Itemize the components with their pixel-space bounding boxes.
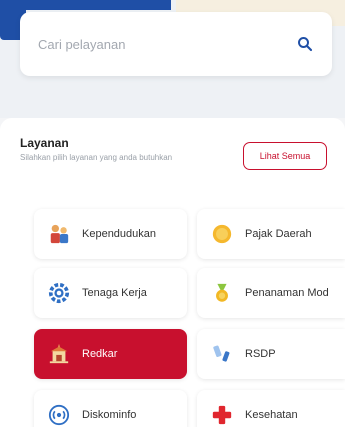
service-label: Pajak Daerah	[245, 228, 312, 240]
syringe-icon	[213, 345, 230, 362]
service-tile-kesehatan[interactable]: Kesehatan	[197, 390, 345, 427]
fire-station-icon	[49, 343, 69, 364]
see-all-button[interactable]: Lihat Semua	[243, 142, 327, 170]
broadcast-icon	[48, 404, 70, 426]
service-tile-diskominfo[interactable]: Diskominfo	[34, 390, 187, 427]
search-icon[interactable]	[296, 35, 314, 53]
service-tile-tenaga-kerja[interactable]: Tenaga Kerja	[34, 268, 187, 318]
medal-icon	[216, 283, 228, 302]
gear-icon	[48, 282, 70, 304]
service-tile-redkar[interactable]: Redkar	[34, 329, 187, 379]
medical-cross-icon	[212, 405, 232, 425]
service-label: RSDP	[245, 348, 276, 360]
coin-icon	[212, 224, 232, 244]
search-input[interactable]	[38, 36, 296, 52]
family-icon	[50, 224, 69, 244]
header-banner-strip	[26, 0, 171, 10]
service-label: Kesehatan	[245, 409, 298, 421]
service-label: Penanaman Mod	[245, 287, 329, 299]
service-tile-rsdp[interactable]: RSDP	[197, 329, 345, 379]
service-tile-penanaman-modal[interactable]: Penanaman Mod	[197, 268, 345, 318]
section-title: Layanan	[20, 136, 69, 150]
service-label: Tenaga Kerja	[82, 287, 147, 299]
service-tile-pajak-daerah[interactable]: Pajak Daerah	[197, 209, 345, 259]
service-label: Diskominfo	[82, 409, 137, 421]
header-area	[0, 0, 345, 118]
service-label: Kependudukan	[82, 228, 157, 240]
section-subtitle: Silahkan pilih layanan yang anda butuhka…	[20, 153, 173, 162]
service-tile-kependudukan[interactable]: Kependudukan	[34, 209, 187, 259]
service-label: Redkar	[82, 348, 118, 360]
services-section: Layanan Silahkan pilih layanan yang anda…	[0, 118, 345, 427]
search-bar	[20, 12, 332, 76]
